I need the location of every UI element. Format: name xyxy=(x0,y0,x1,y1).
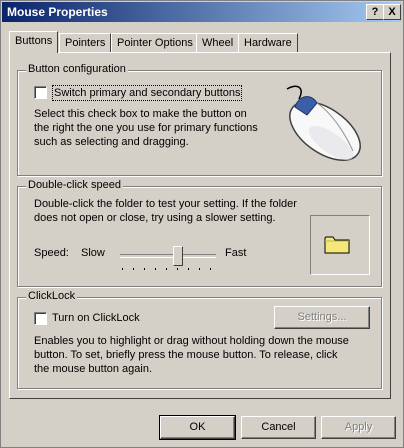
speed-slider-track[interactable] xyxy=(120,254,216,258)
double-click-description: Double-click the folder to test your set… xyxy=(34,198,297,224)
slider-tick xyxy=(210,268,211,270)
switch-buttons-label[interactable]: Switch primary and secondary buttons xyxy=(52,85,243,101)
slider-tick xyxy=(155,268,156,270)
clicklock-checkbox[interactable] xyxy=(34,312,47,325)
button-configuration-label: Button configuration xyxy=(26,63,128,75)
clicklock-description: Enables you to highlight or drag without… xyxy=(34,335,349,375)
tab-wheel[interactable]: Wheel xyxy=(196,33,240,52)
mouse-properties-window: Mouse Properties ? X Buttons Pointers Po… xyxy=(0,0,404,448)
slow-label: Slow xyxy=(81,247,105,259)
clicklock-checkbox-label[interactable]: Turn on ClickLock xyxy=(52,311,140,325)
slider-tick xyxy=(122,268,123,270)
clicklock-settings-button[interactable]: Settings... xyxy=(274,306,370,329)
tab-hardware[interactable]: Hardware xyxy=(238,33,298,52)
slider-tick xyxy=(144,268,145,270)
apply-button[interactable]: Apply xyxy=(321,416,396,439)
title-bar[interactable]: Mouse Properties ? X xyxy=(2,2,402,22)
double-click-speed-label: Double-click speed xyxy=(26,179,123,191)
close-button[interactable]: X xyxy=(383,4,401,20)
fast-label: Fast xyxy=(225,247,247,259)
tab-pointers[interactable]: Pointers xyxy=(59,33,112,52)
slider-tick xyxy=(188,268,189,270)
speed-label: Speed: xyxy=(34,247,69,259)
clicklock-label: ClickLock xyxy=(26,290,78,302)
tab-buttons[interactable]: Buttons xyxy=(9,31,59,53)
window-title: Mouse Properties xyxy=(7,5,108,19)
cancel-button[interactable]: Cancel xyxy=(241,416,316,439)
ok-button[interactable]: OK xyxy=(159,415,236,440)
slider-tick xyxy=(177,268,178,270)
switch-buttons-checkbox[interactable] xyxy=(34,86,47,99)
tab-pointer-options[interactable]: Pointer Options xyxy=(111,33,199,52)
slider-tick xyxy=(133,268,134,270)
slider-tick xyxy=(199,268,200,270)
help-button[interactable]: ? xyxy=(366,4,384,20)
speed-slider-thumb[interactable] xyxy=(172,246,183,266)
button-config-description: Select this check box to make the button… xyxy=(34,108,258,148)
folder-icon[interactable] xyxy=(324,234,350,254)
slider-tick xyxy=(166,268,167,270)
test-folder-area[interactable] xyxy=(310,215,370,275)
mouse-illustration-icon xyxy=(286,85,361,161)
